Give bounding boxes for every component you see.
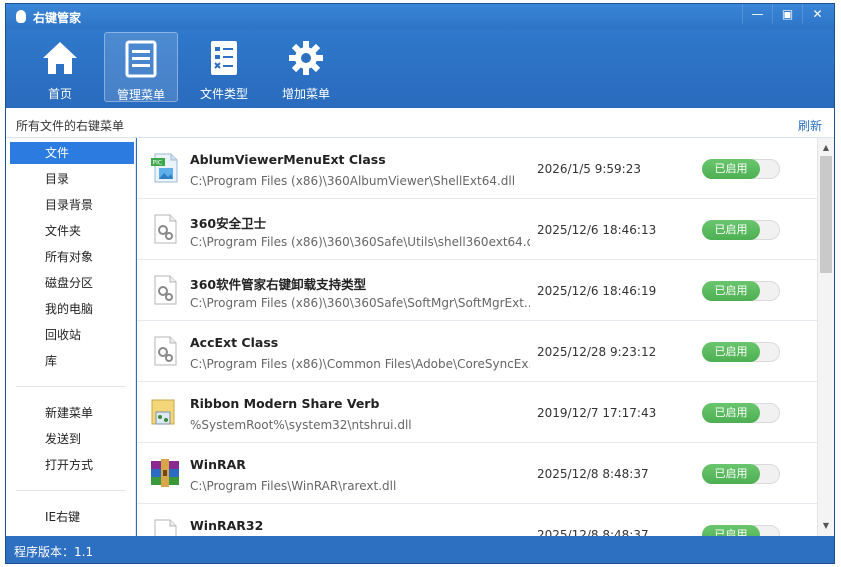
app-title: 右键管家 [33, 11, 82, 25]
entry-time: 2026/1/5 9:59:23 [537, 162, 641, 176]
main-toolbar: 首页 管理菜单 文件类型 增加菜单 [6, 30, 834, 108]
entry-name: WinRAR32 [190, 518, 264, 533]
enable-toggle[interactable]: 已启用 [702, 342, 780, 362]
tab-file-types-label: 文件类型 [199, 87, 248, 101]
enable-toggle[interactable]: 已启用 [702, 159, 780, 179]
entry-time: 2025/12/8 8:48:37 [537, 467, 649, 481]
tab-manage-menu-label: 管理菜单 [116, 88, 165, 102]
list-item[interactable]: WinRAR32 2025/12/8 8:48:37 已启用 [137, 504, 817, 536]
home-icon [43, 42, 77, 74]
window-controls: — ▣ ✕ [742, 4, 832, 24]
entry-time: 2025/12/28 9:23:12 [537, 345, 657, 359]
scroll-up-icon[interactable]: ▲ [818, 141, 834, 155]
scroll-down-icon[interactable]: ▼ [818, 519, 834, 533]
sidebar-item-ie-context[interactable]: IE右键 [10, 506, 134, 528]
refresh-link[interactable]: 刷新 [798, 117, 822, 134]
entry-path: %SystemRoot%\system32\ntshrui.dll [190, 418, 412, 432]
settings-file-icon [154, 336, 177, 366]
tab-manage-menu[interactable]: 管理菜单 [104, 32, 178, 102]
toggle-label: 已启用 [702, 464, 760, 484]
sidebar-item-recycle-bin[interactable]: 回收站 [10, 324, 134, 346]
tab-file-types[interactable]: 文件类型 [187, 32, 261, 102]
svg-text:PIC: PIC [153, 160, 163, 167]
settings-file-icon [154, 275, 177, 305]
restore-button[interactable]: ▣ [772, 4, 802, 24]
entry-path: C:\Program Files\WinRAR\rarext.dll [190, 479, 397, 493]
sidebar-item-file[interactable]: 文件 [10, 142, 134, 164]
tab-home[interactable]: 首页 [23, 32, 97, 102]
sidebar-item-open-with[interactable]: 打开方式 [10, 454, 134, 476]
menu-list-icon [125, 40, 157, 78]
version-text: 程序版本：1.1 [14, 545, 94, 559]
tab-add-menu[interactable]: 增加菜单 [269, 32, 343, 102]
tab-home-label: 首页 [47, 87, 72, 101]
share-folder-icon [151, 399, 175, 425]
entry-name: AblumViewerMenuExt Class [190, 152, 386, 167]
enable-toggle[interactable]: 已启用 [702, 464, 780, 484]
minimize-button[interactable]: — [742, 4, 772, 24]
list-item[interactable]: 360安全卫士 C:\Program Files (x86)\360\360Sa… [137, 199, 817, 260]
list-item[interactable]: AccExt Class C:\Program Files (x86)\Comm… [137, 321, 817, 382]
app-logo-icon [16, 10, 26, 23]
sidebar-divider [16, 386, 126, 387]
picture-file-icon: PIC [151, 153, 178, 183]
entry-path: C:\Program Files (x86)\360\360Safe\Utils… [190, 235, 530, 249]
enable-toggle[interactable]: 已启用 [702, 403, 780, 423]
list-item[interactable]: 360软件管家右键卸载支持类型 C:\Program Files (x86)\3… [137, 260, 817, 321]
gear-icon [289, 41, 323, 75]
sidebar-item-all-objects[interactable]: 所有对象 [10, 246, 134, 268]
section-header: 所有文件的右键菜单 刷新 [6, 108, 834, 138]
entry-path: C:\Program Files (x86)\Common Files\Adob… [190, 357, 530, 371]
list-item[interactable]: WinRAR C:\Program Files\WinRAR\rarext.dl… [137, 443, 817, 504]
settings-file-icon [154, 214, 177, 244]
entry-name: 360安全卫士 [190, 216, 267, 231]
tab-add-menu-label: 增加菜单 [281, 87, 330, 101]
app-window: 右键管家 — ▣ ✕ 首页 管理菜单 文件类型 增加菜单 所有文件的右键菜单 刷… [5, 3, 835, 564]
title-bar: 右键管家 — ▣ ✕ [6, 4, 834, 30]
entry-name: WinRAR [190, 457, 246, 472]
entry-time: 2025/12/6 18:46:19 [537, 284, 657, 298]
sidebar-item-my-computer[interactable]: 我的电脑 [10, 298, 134, 320]
entry-name: AccExt Class [190, 335, 279, 350]
entry-time: 2025/12/6 18:46:13 [537, 223, 657, 237]
sidebar-divider [16, 490, 126, 491]
menu-entry-list: PIC AblumViewerMenuExt Class C:\Program … [137, 138, 817, 536]
toggle-label: 已启用 [702, 342, 760, 362]
sidebar-item-library[interactable]: 库 [10, 350, 134, 372]
enable-toggle[interactable]: 已启用 [702, 281, 780, 301]
status-bar: 程序版本：1.1 [6, 536, 834, 563]
entry-name: 360软件管家右键卸载支持类型 [190, 277, 367, 292]
enable-toggle[interactable]: 已启用 [702, 220, 780, 240]
sidebar-item-drives[interactable]: 磁盘分区 [10, 272, 134, 294]
toggle-label: 已启用 [702, 159, 760, 179]
toggle-label: 已启用 [702, 403, 760, 423]
list-scrollbar[interactable]: ▲ ▼ [817, 138, 834, 536]
entry-time: 2019/12/7 17:17:43 [537, 406, 657, 420]
close-button[interactable]: ✕ [802, 4, 832, 24]
list-item[interactable]: PIC AblumViewerMenuExt Class C:\Program … [137, 138, 817, 199]
settings-file-icon [154, 519, 177, 536]
entry-path: C:\Program Files (x86)\360\360Safe\SoftM… [190, 296, 530, 310]
sidebar-item-folder[interactable]: 文件夹 [10, 220, 134, 242]
scroll-thumb[interactable] [820, 156, 832, 273]
category-sidebar: 文件 目录 目录背景 文件夹 所有对象 磁盘分区 我的电脑 回收站 库 新建菜单… [6, 138, 136, 536]
entry-time: 2025/12/8 8:48:37 [537, 528, 649, 536]
toggle-label: 已启用 [702, 281, 760, 301]
sidebar-item-directory-background[interactable]: 目录背景 [10, 194, 134, 216]
sidebar-item-send-to[interactable]: 发送到 [10, 428, 134, 450]
list-item[interactable]: Ribbon Modern Share Verb %SystemRoot%\sy… [137, 382, 817, 443]
toggle-label: 已启用 [702, 525, 760, 536]
sidebar-item-directory[interactable]: 目录 [10, 168, 134, 190]
entry-name: Ribbon Modern Share Verb [190, 396, 380, 411]
section-title: 所有文件的右键菜单 [16, 119, 125, 133]
entry-path: C:\Program Files (x86)\360AlbumViewer\Sh… [190, 174, 516, 188]
file-type-icon [211, 41, 237, 75]
winrar-icon [151, 459, 179, 487]
sidebar-item-new-menu[interactable]: 新建菜单 [10, 402, 134, 424]
toggle-label: 已启用 [702, 220, 760, 240]
enable-toggle[interactable]: 已启用 [702, 525, 780, 536]
